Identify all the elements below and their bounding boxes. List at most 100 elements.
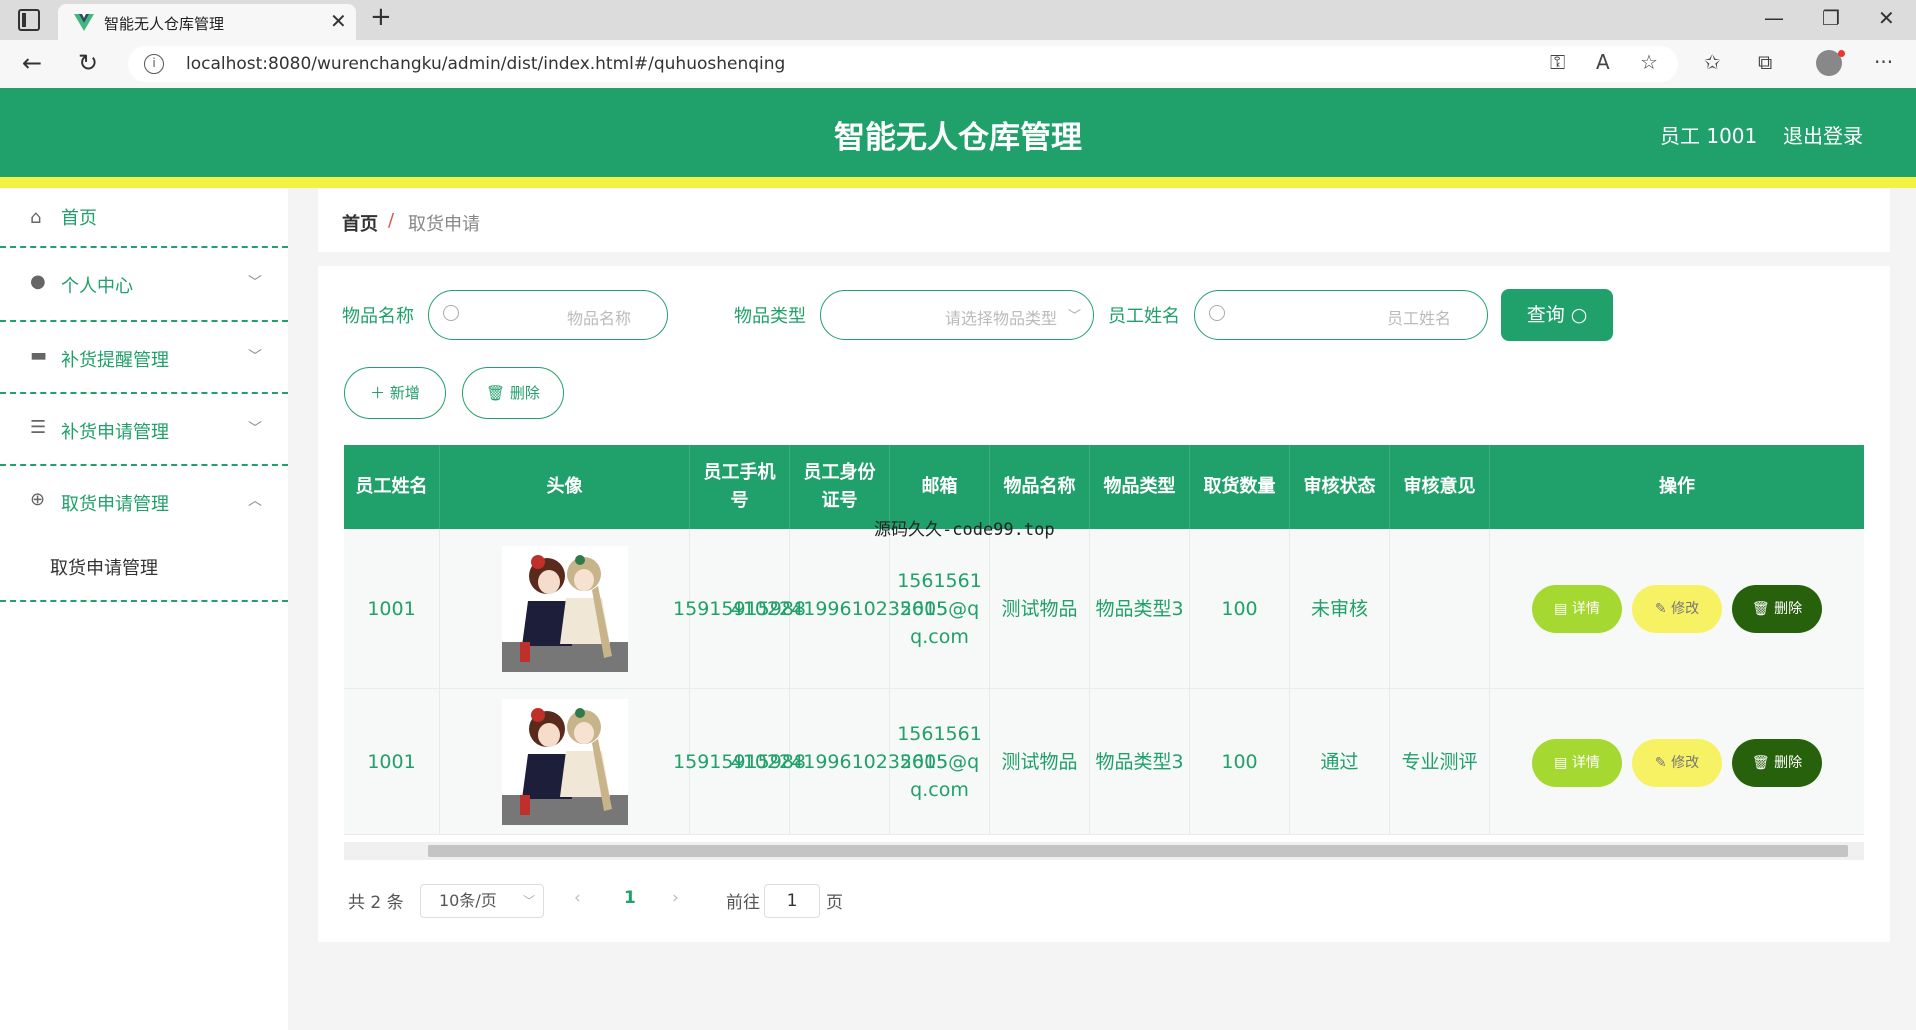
item-type-select[interactable]: 请选择物品类型 ﹀ [820,290,1094,340]
cell-item-name: 测试物品 [990,529,1090,689]
goto-suffix: 页 [826,893,843,913]
cell-avatar [440,689,690,835]
table-row: 1001 15915915988 410224199610232005 1561… [344,529,1864,689]
goto-page-input[interactable]: 1 [764,884,820,918]
item-name-placeholder: 物品名称 [566,309,631,328]
edit-button[interactable]: ✎ 修改 [1632,585,1722,633]
add-button[interactable]: ＋ 新增 [344,367,446,419]
user-icon: ● [30,271,46,292]
scrollbar-thumb[interactable] [428,845,1848,857]
tab-close-icon[interactable]: ✕ [330,9,347,33]
current-user: 员工 1001 [1660,124,1758,148]
col-actions: 操作 [1659,476,1695,497]
chevron-down-icon: ﹀ [1067,309,1081,324]
sidebar-subitem-label: 取货申请管理 [50,558,158,579]
chevron-down-icon: ﹀ [522,894,535,908]
item-name-input[interactable]: 物品名称 [428,290,668,340]
globe-icon: ⊕ [30,489,46,510]
favorites-bar-icon[interactable]: ✩ [1704,50,1721,74]
collections-icon[interactable]: ⧉ [1758,50,1772,74]
col-opinion: 审核意见 [1390,445,1490,529]
col-avatar: 头像 [440,445,690,529]
chevron-down-icon: ﹀ [248,275,262,291]
cell-item-name: 测试物品 [990,689,1090,835]
sidebar-item-label: 补货提醒管理 [61,350,169,371]
search-icon [443,305,459,321]
batch-delete-button[interactable]: 🗑 删除 [462,367,564,419]
restore-icon[interactable]: ❐ [1822,6,1840,30]
cell-status: 通过 [1290,689,1390,835]
employee-name-placeholder: 员工姓名 [1386,309,1451,328]
table-header: 员工姓名 头像 员工手机号 员工身份证号 邮箱 物品名称 物品类型 取货数量 审… [344,445,1864,529]
detail-button[interactable]: ▤ 详情 [1532,739,1622,787]
edit-button[interactable]: ✎ 修改 [1632,739,1722,787]
cell-status: 未审核 [1290,529,1390,689]
browser-tab-bar: 智能无人仓库管理 ✕ + — ❐ ✕ [0,0,1916,40]
close-window-icon[interactable]: ✕ [1878,6,1895,30]
page-size-select[interactable]: 10条/页 ﹀ [420,884,544,918]
breadcrumb: 首页 / 取货申请 [318,188,1890,252]
new-tab-icon[interactable]: + [370,2,392,32]
sidebar-item-restock-reminder[interactable]: ▬ 补货提醒管理 ﹀ [0,322,288,394]
vue-logo-icon [74,14,94,31]
info-icon[interactable]: i [144,54,164,74]
query-button[interactable]: 查询 ○ [1501,289,1613,341]
pagination-total: 共 2 条 [348,893,404,913]
col-item-type: 物品类型 [1090,445,1190,529]
search-icon [1209,305,1225,321]
chevron-down-icon: ﹀ [248,421,262,437]
goto-prefix: 前往 [726,893,760,913]
app-title: 智能无人仓库管理 [834,120,1082,156]
cell-id-card: 410224199610232005 [731,529,948,689]
next-page-icon[interactable]: › [672,888,679,908]
col-status: 审核状态 [1290,445,1390,529]
page-size-value: 10条/页 [439,891,497,910]
table-row: 1001 15915915988 410224199610232005 1561… [344,689,1864,835]
tab-title: 智能无人仓库管理 [104,15,225,33]
key-icon[interactable]: ⚿ [1550,50,1565,74]
cell-email: 15615615615@qq.com [890,689,990,835]
cell-item-type: 物品类型3 [1090,529,1190,689]
breadcrumb-current: 取货申请 [408,214,480,235]
refresh-icon[interactable]: ↻ [78,49,98,77]
item-name-label: 物品名称 [342,306,414,327]
cell-avatar [440,529,690,689]
read-aloud-icon[interactable]: A [1596,50,1610,74]
breadcrumb-home[interactable]: 首页 [342,210,378,236]
employee-name-input[interactable]: 员工姓名 [1194,290,1488,340]
header-accent-line [0,177,1916,188]
sidebar-item-label: 补货申请管理 [61,422,169,443]
chevron-up-icon: ︿ [248,493,262,509]
avatar-image [501,699,628,825]
minimize-icon[interactable]: — [1764,6,1784,30]
more-icon[interactable]: ··· [1874,50,1893,74]
sidebar-item-personal-center[interactable]: ● 个人中心 ﹀ [0,248,288,322]
cell-quantity: 100 [1190,689,1290,835]
main-panel: 物品名称 物品名称 物品类型 请选择物品类型 ﹀ 员工姓名 员工姓名 查询 ○ … [318,266,1890,942]
window-menu-icon[interactable] [18,9,40,31]
logout-link[interactable]: 退出登录 [1783,120,1863,149]
sidebar-item-home[interactable]: ⌂ 首页 [0,188,288,248]
address-bar-row: ← ↻ i localhost:8080/wurenchangku/admin/… [0,40,1916,88]
favorite-icon[interactable]: ☆ [1640,50,1658,74]
sidebar-subitem-pickup-request-management[interactable]: 取货申请管理 [0,526,288,602]
page-number-current[interactable]: 1 [624,888,636,908]
notification-dot [1838,50,1845,57]
cell-item-type: 物品类型3 [1090,689,1190,835]
list-icon: ☰ [30,417,47,438]
back-icon[interactable]: ← [22,49,42,77]
breadcrumb-separator: / [388,210,395,231]
delete-button[interactable]: 🗑 删除 [1732,739,1822,787]
sidebar-item-pickup-request[interactable]: ⊕ 取货申请管理 ︿ [0,466,288,526]
app-header: 智能无人仓库管理 员工 1001 退出登录 [0,88,1916,177]
sidebar-item-restock-request[interactable]: ☰ 补货申请管理 ﹀ [0,394,288,466]
horizontal-scrollbar[interactable] [344,842,1864,860]
detail-button[interactable]: ▤ 详情 [1532,585,1622,633]
sidebar-item-label: 个人中心 [61,276,133,297]
cell-employee-name: 1001 [344,689,440,835]
url-field[interactable]: i localhost:8080/wurenchangku/admin/dist… [128,46,1678,82]
delete-button[interactable]: 🗑 删除 [1732,585,1822,633]
prev-page-icon[interactable]: ‹ [574,888,581,908]
browser-tab[interactable]: 智能无人仓库管理 ✕ [58,4,356,40]
col-employee-name: 员工姓名 [344,445,440,529]
